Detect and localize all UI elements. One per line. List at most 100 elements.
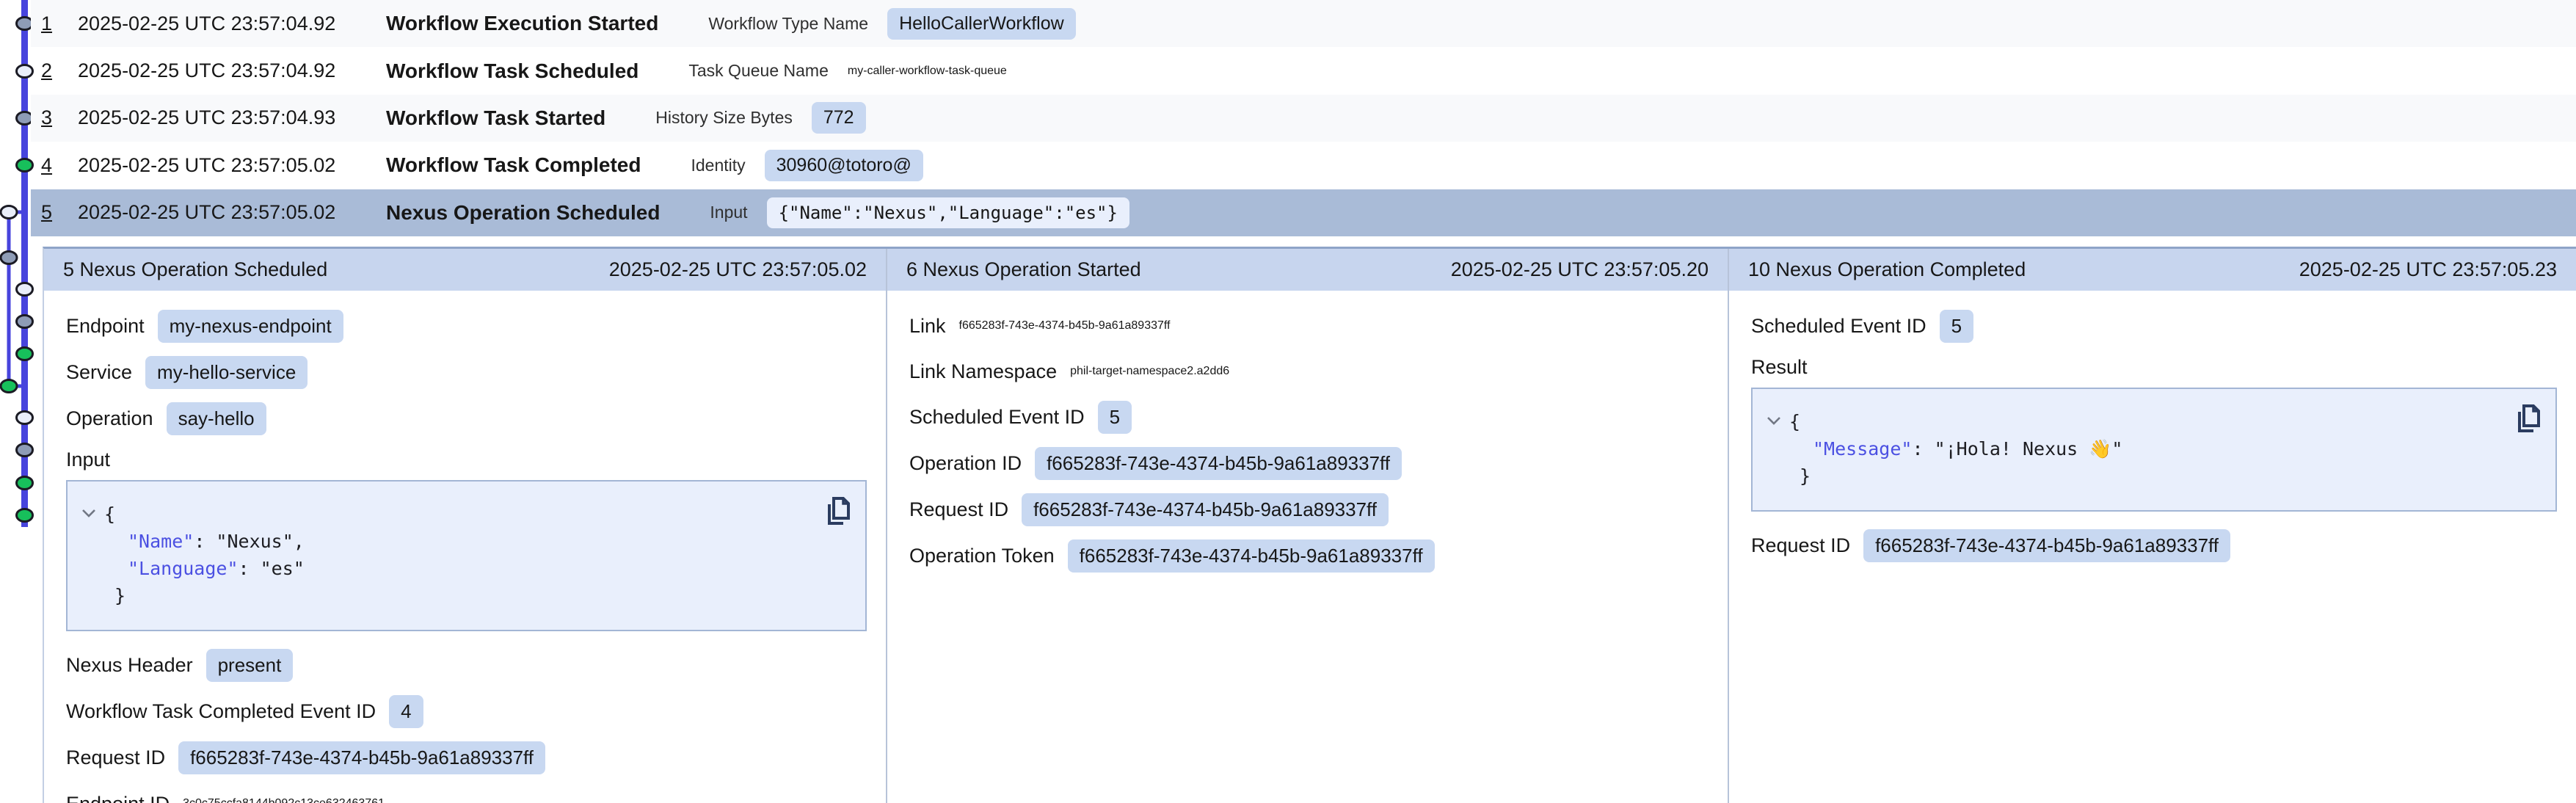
detail-field-label: Endpoint: [66, 315, 145, 338]
event-name: Workflow Task Started: [386, 106, 605, 130]
detail-field-link[interactable]: 3c0c75ccfa8144b092c13ce632463761: [183, 797, 385, 803]
timeline-node-started[interactable]: [17, 444, 33, 457]
event-id-link[interactable]: 3: [41, 106, 78, 129]
detail-field-label: Endpoint ID: [66, 793, 170, 803]
json-text: : "¡Hola! Nexus 👋": [1912, 438, 2122, 459]
detail-field-label: Workflow Task Completed Event ID: [66, 700, 376, 723]
json-text: {: [104, 504, 115, 525]
event-attribute-value: HelloCallerWorkflow: [887, 8, 1076, 40]
panel-title: 6 Nexus Operation Started: [906, 258, 1141, 281]
event-attribute-label: History Size Bytes: [655, 108, 793, 128]
json-payload: {"Name": "Nexus","Language": "es"}: [104, 501, 814, 609]
event-row[interactable]: 5 2025-02-25 UTC 23:57:05.02 Nexus Opera…: [31, 189, 2576, 236]
timeline-node-started[interactable]: [17, 316, 33, 328]
detail-field-value: 4: [389, 695, 423, 728]
copy-icon[interactable]: [820, 495, 852, 528]
detail-field: Service my-hello-service: [66, 356, 867, 389]
detail-field: Request ID f665283f-743e-4374-b45b-9a61a…: [66, 741, 867, 774]
chevron-down-icon[interactable]: [81, 508, 97, 518]
payload-section-label: Input: [66, 448, 867, 471]
detail-field-value: my-nexus-endpoint: [158, 310, 343, 343]
detail-field: Nexus Header present: [66, 649, 867, 682]
detail-field-label: Operation: [66, 407, 153, 430]
event-history-table: 1 2025-02-25 UTC 23:57:04.92 Workflow Ex…: [31, 0, 2576, 236]
json-line: "Message": "¡Hola! Nexus 👋": [1789, 435, 2504, 462]
detail-field-value: f665283f-743e-4374-b45b-9a61a89337ff: [1035, 447, 1402, 480]
timeline-node-scheduled[interactable]: [17, 412, 33, 424]
json-line: }: [1789, 462, 2504, 490]
event-id-link[interactable]: 1: [41, 12, 78, 35]
event-id-link[interactable]: 5: [41, 201, 78, 224]
detail-field-value: 5: [1098, 401, 1132, 434]
timeline-node-completed[interactable]: [17, 509, 33, 522]
event-timestamp: 2025-02-25 UTC 23:57:04.92: [78, 12, 386, 35]
detail-field-label: Request ID: [1751, 534, 1850, 557]
json-payload: { "Message": "¡Hola! Nexus 👋"}: [1789, 408, 2504, 490]
event-detail-panels: 5 Nexus Operation Scheduled 2025-02-25 U…: [43, 247, 2576, 803]
event-detail-panel: 5 Nexus Operation Scheduled 2025-02-25 U…: [44, 249, 886, 803]
detail-field-value: f665283f-743e-4374-b45b-9a61a89337ff: [1022, 493, 1389, 526]
detail-field-label: Link: [909, 315, 946, 338]
json-key: "Name": [128, 531, 194, 552]
detail-field-label: Request ID: [909, 498, 1008, 521]
timeline-node-completed[interactable]: [1, 380, 17, 393]
detail-field: Operation ID f665283f-743e-4374-b45b-9a6…: [909, 447, 1709, 480]
event-timestamp: 2025-02-25 UTC 23:57:05.02: [78, 201, 386, 224]
event-timestamp: 2025-02-25 UTC 23:57:04.92: [78, 59, 386, 82]
detail-field-value: f665283f-743e-4374-b45b-9a61a89337ff: [178, 741, 545, 774]
detail-field-link[interactable]: phil-target-namespace2.a2dd6: [1070, 365, 1229, 378]
event-attribute-label: Workflow Type Name: [708, 14, 868, 34]
event-attribute-label: Identity: [691, 156, 745, 175]
detail-field-value: f665283f-743e-4374-b45b-9a61a89337ff: [1068, 539, 1435, 573]
event-attribute-link[interactable]: my-caller-workflow-task-queue: [848, 65, 1007, 78]
event-attribute-value: {"Name":"Nexus","Language":"es"}: [767, 197, 1129, 228]
event-row[interactable]: 3 2025-02-25 UTC 23:57:04.93 Workflow Ta…: [31, 95, 2576, 142]
event-graph-timeline: [0, 0, 34, 803]
detail-field-value: present: [206, 649, 294, 682]
chevron-down-icon[interactable]: [1766, 415, 1782, 426]
detail-field: Scheduled Event ID 5: [1751, 310, 2557, 343]
json-line: {: [1789, 408, 2504, 435]
timeline-node-started[interactable]: [1, 252, 17, 264]
event-attribute-label: Input: [710, 203, 747, 222]
timeline-node-scheduled[interactable]: [17, 283, 33, 296]
json-line: "Language": "es": [104, 555, 814, 582]
timeline-node-completed[interactable]: [17, 477, 33, 490]
panel-body: Scheduled Event ID 5 Result { "Message": …: [1729, 291, 2576, 562]
detail-field: Endpoint ID 3c0c75ccfa8144b092c13ce63246…: [66, 788, 867, 803]
detail-field-label: Request ID: [66, 746, 165, 769]
detail-field-link[interactable]: f665283f-743e-4374-b45b-9a61a89337ff: [959, 319, 1171, 333]
event-row[interactable]: 1 2025-02-25 UTC 23:57:04.92 Workflow Ex…: [31, 0, 2576, 47]
event-id-link[interactable]: 4: [41, 154, 78, 177]
panel-title: 10 Nexus Operation Completed: [1748, 258, 2026, 281]
detail-field: Link f665283f-743e-4374-b45b-9a61a89337f…: [909, 310, 1709, 342]
json-text: : "Nexus",: [194, 531, 305, 552]
timeline-node-scheduled[interactable]: [1, 206, 17, 219]
panel-body: Link f665283f-743e-4374-b45b-9a61a89337f…: [887, 291, 1728, 573]
panel-title: 5 Nexus Operation Scheduled: [63, 258, 327, 281]
json-text: {: [1789, 411, 1800, 432]
event-row[interactable]: 2 2025-02-25 UTC 23:57:04.92 Workflow Ta…: [31, 47, 2576, 94]
timeline-node-completed[interactable]: [17, 348, 33, 360]
panel-body: Endpoint my-nexus-endpoint Service my-he…: [44, 291, 886, 803]
payload-code-block: { "Message": "¡Hola! Nexus 👋"}: [1751, 388, 2557, 512]
detail-field-label: Scheduled Event ID: [909, 406, 1085, 429]
event-id-link[interactable]: 2: [41, 59, 78, 82]
json-key: "Message": [1813, 438, 1912, 459]
copy-icon[interactable]: [2510, 402, 2542, 436]
payload-section-label: Result: [1751, 356, 2557, 379]
event-timestamp: 2025-02-25 UTC 23:57:05.02: [78, 154, 386, 177]
event-detail-panel: 10 Nexus Operation Completed 2025-02-25 …: [1728, 249, 2576, 803]
panel-timestamp: 2025-02-25 UTC 23:57:05.20: [1451, 258, 1709, 281]
temporal-event-history-view: 1 2025-02-25 UTC 23:57:04.92 Workflow Ex…: [0, 0, 2576, 803]
detail-field: Link Namespace phil-target-namespace2.a2…: [909, 355, 1709, 388]
json-text: }: [1800, 465, 1811, 487]
detail-field-value: my-hello-service: [145, 356, 308, 389]
json-key: "Language": [128, 558, 239, 579]
event-row[interactable]: 4 2025-02-25 UTC 23:57:05.02 Workflow Ta…: [31, 142, 2576, 189]
detail-field: Operation Token f665283f-743e-4374-b45b-…: [909, 539, 1709, 573]
json-line: "Name": "Nexus",: [104, 528, 814, 555]
panel-header: 5 Nexus Operation Scheduled 2025-02-25 U…: [44, 249, 886, 291]
detail-field-label: Operation ID: [909, 452, 1022, 475]
panel-timestamp: 2025-02-25 UTC 23:57:05.02: [609, 258, 867, 281]
